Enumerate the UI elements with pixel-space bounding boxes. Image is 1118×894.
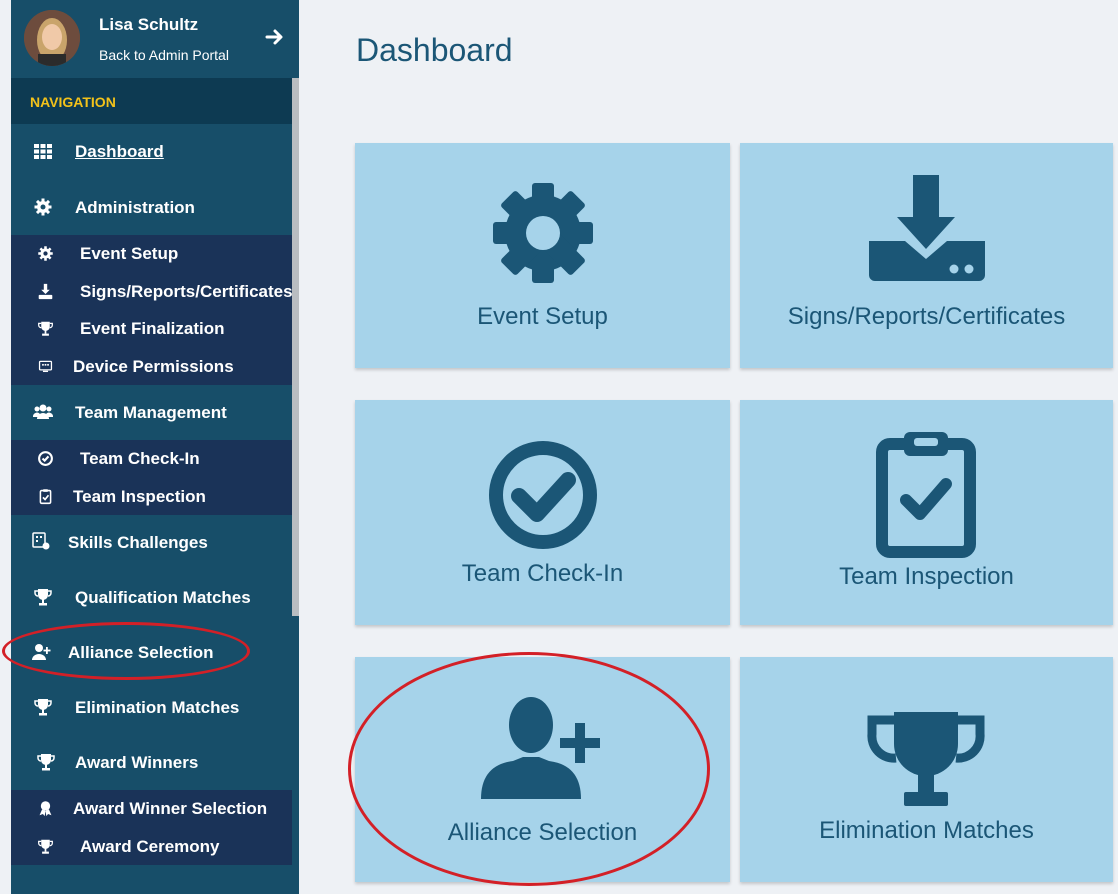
device-icon xyxy=(38,360,53,373)
trophy-icon xyxy=(34,589,52,606)
tile-event-setup[interactable]: Event Setup xyxy=(355,143,730,368)
users-icon xyxy=(33,404,53,419)
trophy-icon xyxy=(34,699,52,716)
trophy-icon xyxy=(867,712,985,806)
sidebar-item-label: Award Winner Selection xyxy=(73,799,268,818)
award-winners-submenu: Award Winner Selection Award Ceremony xyxy=(11,790,292,865)
check-circle-icon xyxy=(489,441,597,549)
page-title: Dashboard xyxy=(356,32,513,68)
navigation-header: NAVIGATION xyxy=(11,78,299,124)
award-ribbon-icon xyxy=(39,801,52,817)
sidebar-item-device-permissions[interactable]: Device Permissions xyxy=(11,348,292,386)
team-management-submenu: Team Check-In Team Inspection xyxy=(11,440,292,515)
highlight-ellipse-sidebar xyxy=(2,622,250,680)
clipboard-check-icon xyxy=(876,432,976,558)
sidebar: Lisa Schultz Back to Admin Portal NAVIGA… xyxy=(11,0,299,894)
sidebar-item-label: Qualification Matches xyxy=(75,588,251,607)
user-name: Lisa Schultz xyxy=(99,15,199,34)
sidebar-item-dashboard[interactable]: Dashboard xyxy=(11,124,292,179)
sidebar-item-administration[interactable]: Administration xyxy=(11,180,292,235)
sidebar-scrollbar[interactable] xyxy=(292,78,299,616)
tile-elimination-matches[interactable]: Elimination Matches xyxy=(740,657,1113,882)
sidebar-item-label: Dashboard xyxy=(75,142,164,161)
tile-team-inspection[interactable]: Team Inspection xyxy=(740,400,1113,625)
tile-signs-reports-certificates[interactable]: Signs/Reports/Certificates xyxy=(740,143,1113,368)
sidebar-item-award-winners[interactable]: Award Winners xyxy=(11,735,292,790)
back-to-admin-link[interactable]: Back to Admin Portal xyxy=(99,47,229,63)
sidebar-scroll-track xyxy=(292,616,299,894)
tile-label: Signs/Reports/Certificates xyxy=(787,303,1066,330)
sidebar-item-skills-challenges[interactable]: Skills Challenges xyxy=(11,515,292,570)
check-circle-icon xyxy=(38,451,53,466)
download-icon xyxy=(869,175,985,281)
download-icon xyxy=(38,283,53,300)
tile-label: Event Setup xyxy=(477,303,608,330)
sidebar-item-label: Award Winners xyxy=(75,753,199,772)
tile-label: Elimination Matches xyxy=(819,817,1034,844)
tile-label: Team Inspection xyxy=(839,563,1014,590)
sidebar-item-label: Skills Challenges xyxy=(68,533,208,552)
grid-icon xyxy=(34,144,52,159)
sidebar-item-label: Administration xyxy=(75,198,195,217)
navigation-header-label: NAVIGATION xyxy=(30,94,116,110)
sidebar-item-team-inspection[interactable]: Team Inspection xyxy=(11,478,292,516)
tile-team-check-in[interactable]: Team Check-In xyxy=(355,400,730,625)
tile-label: Team Check-In xyxy=(461,560,624,587)
highlight-ellipse-tile xyxy=(348,652,710,886)
gear-icon xyxy=(38,246,53,261)
administration-submenu: Event Setup Signs/Reports/Certificates E… xyxy=(11,235,293,386)
sidebar-item-label: Team Inspection xyxy=(73,487,206,506)
profile-section: Lisa Schultz Back to Admin Portal xyxy=(11,0,299,78)
sidebar-item-label: Award Ceremony xyxy=(80,837,220,856)
sidebar-item-qualification-matches[interactable]: Qualification Matches xyxy=(11,570,292,625)
arrow-right-icon[interactable] xyxy=(265,27,285,47)
sidebar-item-award-ceremony[interactable]: Award Ceremony xyxy=(11,828,292,866)
sidebar-item-label: Event Finalization xyxy=(80,319,225,338)
sidebar-item-label: Device Permissions xyxy=(73,357,234,376)
sidebar-item-team-management[interactable]: Team Management xyxy=(11,385,292,440)
sidebar-item-label: Team Management xyxy=(75,403,227,422)
sidebar-item-label: Team Check-In xyxy=(80,449,200,468)
sidebar-item-event-finalization[interactable]: Event Finalization xyxy=(11,310,292,348)
sidebar-item-elimination-matches[interactable]: Elimination Matches xyxy=(11,680,292,735)
avatar xyxy=(24,10,80,66)
sidebar-item-label: Elimination Matches xyxy=(75,698,240,717)
gear-icon xyxy=(34,198,52,216)
trophy-icon xyxy=(38,839,53,854)
gear-icon xyxy=(493,183,593,283)
sidebar-item-award-winner-selection[interactable]: Award Winner Selection xyxy=(11,790,292,828)
trophy-icon xyxy=(37,754,55,771)
sidebar-item-event-setup[interactable]: Event Setup xyxy=(11,235,292,273)
sidebar-item-label: Signs/Reports/Certificates xyxy=(80,282,293,301)
sidebar-item-label: Event Setup xyxy=(80,244,179,263)
sidebar-item-team-check-in[interactable]: Team Check-In xyxy=(11,440,292,478)
sidebar-item-signs-reports[interactable]: Signs/Reports/Certificates xyxy=(11,273,293,311)
skills-icon xyxy=(32,532,50,550)
trophy-icon xyxy=(38,321,53,336)
clipboard-check-icon xyxy=(39,489,52,505)
